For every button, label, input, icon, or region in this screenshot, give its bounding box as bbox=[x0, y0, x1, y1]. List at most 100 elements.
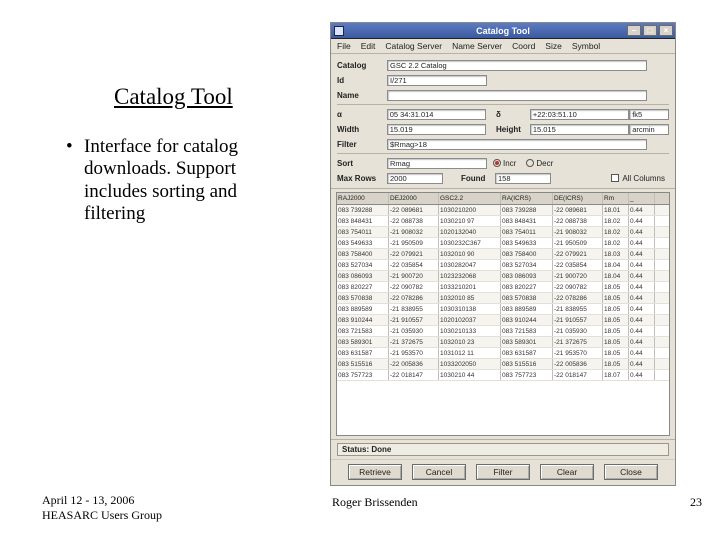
table-row[interactable]: 083 631587-21 9535701031012 11083 631587… bbox=[337, 348, 669, 359]
table-cell: 083 758400 bbox=[501, 249, 553, 259]
sort-label: Sort bbox=[337, 159, 387, 168]
col-header[interactable]: Rm bbox=[603, 193, 629, 204]
width-field[interactable]: 15.019 bbox=[387, 124, 486, 135]
frame-field[interactable]: fk5 bbox=[629, 109, 669, 120]
alpha-field[interactable]: 05 34:31.014 bbox=[387, 109, 486, 120]
filter-field[interactable]: $Rmag>18 bbox=[387, 139, 647, 150]
table-cell: 0.44 bbox=[629, 326, 655, 336]
table-cell: -21 838955 bbox=[553, 304, 603, 314]
table-cell: 18.05 bbox=[603, 304, 629, 314]
table-cell: 0.44 bbox=[629, 315, 655, 325]
allcols-checkbox[interactable] bbox=[611, 174, 619, 182]
window-maximize-button[interactable]: □ bbox=[643, 25, 657, 36]
table-row[interactable]: 083 889589-21 8389551030310138083 889589… bbox=[337, 304, 669, 315]
table-row[interactable]: 083 721583-21 0359301030210133083 721583… bbox=[337, 326, 669, 337]
table-row[interactable]: 083 757723-22 0181471030210 44083 757723… bbox=[337, 370, 669, 381]
col-header[interactable]: RAJ2000 bbox=[337, 193, 389, 204]
col-header[interactable]: RA(ICRS) bbox=[501, 193, 553, 204]
sort-field[interactable]: Rmag bbox=[387, 158, 487, 169]
delta-field[interactable]: +22:03:51.10 bbox=[530, 109, 629, 120]
table-row[interactable]: 083 086093-21 9007201023232068083 086093… bbox=[337, 271, 669, 282]
table-cell: -22 018147 bbox=[389, 370, 439, 380]
table-cell: 0.44 bbox=[629, 260, 655, 270]
menu-name-server[interactable]: Name Server bbox=[452, 41, 502, 51]
name-field[interactable] bbox=[387, 90, 647, 101]
table-cell: 083 757723 bbox=[337, 370, 389, 380]
table-cell: 0.44 bbox=[629, 348, 655, 358]
allcols-label: All Columns bbox=[622, 174, 665, 183]
menubar: File Edit Catalog Server Name Server Coo… bbox=[331, 39, 675, 54]
table-row[interactable]: 083 570838-22 0782861032010 85083 570838… bbox=[337, 293, 669, 304]
table-cell: 083 515516 bbox=[337, 359, 389, 369]
table-cell: -22 088738 bbox=[553, 216, 603, 226]
found-label: Found bbox=[461, 174, 495, 183]
table-row[interactable]: 083 739288-22 0896811030210200083 739288… bbox=[337, 205, 669, 216]
table-cell: 1030210133 bbox=[439, 326, 501, 336]
height-field[interactable]: 15.015 bbox=[530, 124, 629, 135]
catalog-field[interactable]: GSC 2.2 Catalog bbox=[387, 60, 647, 71]
decr-radio[interactable] bbox=[526, 159, 534, 167]
table-row[interactable]: 083 754011-21 9080321020132040083 754011… bbox=[337, 227, 669, 238]
table-cell: 083 527034 bbox=[337, 260, 389, 270]
close-button[interactable]: Close bbox=[604, 464, 658, 480]
cancel-button[interactable]: Cancel bbox=[412, 464, 466, 480]
table-cell: 1030232C367 bbox=[439, 238, 501, 248]
table-cell: 18.01 bbox=[603, 205, 629, 215]
filter-button[interactable]: Filter bbox=[476, 464, 530, 480]
window-minimize-button[interactable]: – bbox=[627, 25, 641, 36]
table-row[interactable]: 083 910244-21 9105571020102037083 910244… bbox=[337, 315, 669, 326]
table-cell: -22 089681 bbox=[389, 205, 439, 215]
table-cell: 1020102037 bbox=[439, 315, 501, 325]
table-cell: -21 953570 bbox=[553, 348, 603, 358]
table-cell: -21 035930 bbox=[553, 326, 603, 336]
table-cell: 1033210201 bbox=[439, 282, 501, 292]
table-cell: -21 908032 bbox=[553, 227, 603, 237]
table-cell: 083 549633 bbox=[501, 238, 553, 248]
table-row[interactable]: 083 589301-21 3726751032010 23083 589301… bbox=[337, 337, 669, 348]
table-cell: -21 950509 bbox=[553, 238, 603, 248]
window-close-button[interactable]: × bbox=[659, 25, 673, 36]
table-cell: -22 078286 bbox=[389, 293, 439, 303]
col-header[interactable]: DE(ICRS) bbox=[553, 193, 603, 204]
table-row[interactable]: 083 758400-22 0799211032010 90083 758400… bbox=[337, 249, 669, 260]
menu-file[interactable]: File bbox=[337, 41, 351, 51]
table-row[interactable]: 083 515516-22 0058361033202050083 515516… bbox=[337, 359, 669, 370]
clear-button[interactable]: Clear bbox=[540, 464, 594, 480]
table-cell: 083 570838 bbox=[337, 293, 389, 303]
catalog-label: Catalog bbox=[337, 61, 387, 70]
id-field[interactable]: I/271 bbox=[387, 75, 487, 86]
table-cell: 18.02 bbox=[603, 227, 629, 237]
height-label: Height bbox=[496, 125, 530, 134]
menu-edit[interactable]: Edit bbox=[361, 41, 376, 51]
table-cell: -21 372675 bbox=[553, 337, 603, 347]
unit-field[interactable]: arcmin bbox=[629, 124, 669, 135]
table-row[interactable]: 083 527034-22 0358541030282047083 527034… bbox=[337, 260, 669, 271]
decr-label: Decr bbox=[536, 159, 553, 168]
table-cell: 1023232068 bbox=[439, 271, 501, 281]
table-cell: 0.44 bbox=[629, 337, 655, 347]
retrieve-button[interactable]: Retrieve bbox=[348, 464, 402, 480]
col-header[interactable]: DEJ2000 bbox=[389, 193, 439, 204]
table-cell: -21 908032 bbox=[389, 227, 439, 237]
menu-catalog-server[interactable]: Catalog Server bbox=[385, 41, 442, 51]
table-cell: 083 549633 bbox=[337, 238, 389, 248]
menu-symbol[interactable]: Symbol bbox=[572, 41, 600, 51]
maxrows-label: Max Rows bbox=[337, 174, 387, 183]
col-header[interactable]: _ bbox=[629, 193, 655, 204]
menu-coord[interactable]: Coord bbox=[512, 41, 535, 51]
menu-size[interactable]: Size bbox=[545, 41, 562, 51]
table-cell: -21 910557 bbox=[389, 315, 439, 325]
table-cell: 083 631587 bbox=[337, 348, 389, 358]
bullet-dot: • bbox=[66, 136, 84, 158]
table-row[interactable]: 083 549633-21 9505091030232C367083 54963… bbox=[337, 238, 669, 249]
grid-body[interactable]: 083 739288-22 0896811030210200083 739288… bbox=[337, 205, 669, 435]
table-row[interactable]: 083 848431-22 0887381030210 97083 848431… bbox=[337, 216, 669, 227]
table-cell: 1020132040 bbox=[439, 227, 501, 237]
table-cell: 18.03 bbox=[603, 249, 629, 259]
table-row[interactable]: 083 820227-22 0907821033210201083 820227… bbox=[337, 282, 669, 293]
col-header[interactable]: GSC2.2 bbox=[439, 193, 501, 204]
table-cell: 083 570838 bbox=[501, 293, 553, 303]
maxrows-field[interactable]: 2000 bbox=[387, 173, 443, 184]
incr-radio[interactable] bbox=[493, 159, 501, 167]
table-cell: 1032010 23 bbox=[439, 337, 501, 347]
